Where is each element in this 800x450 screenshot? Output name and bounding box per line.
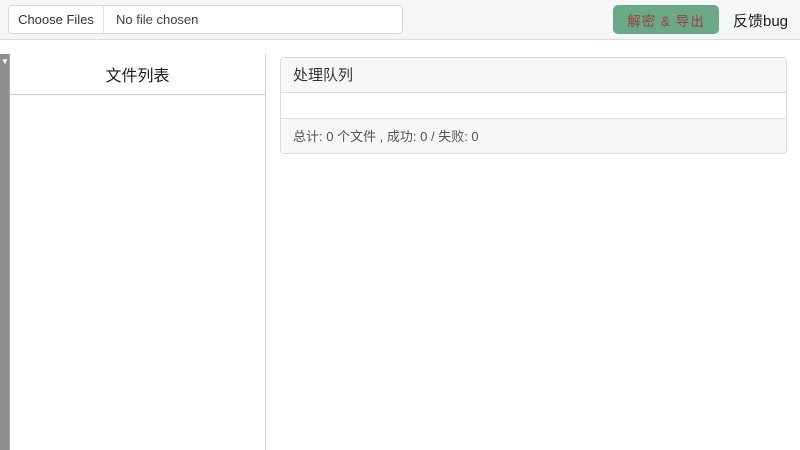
file-list-title: 文件列表 (10, 54, 265, 95)
scrollbar-down-arrow-icon[interactable]: ▼ (0, 57, 10, 67)
file-input[interactable]: Choose Files No file chosen (8, 5, 403, 34)
feedback-bug-link[interactable]: 反馈bug (733, 0, 788, 40)
queue-panel-title: 处理队列 (281, 58, 786, 93)
choose-files-button[interactable]: Choose Files (9, 6, 104, 33)
file-list-area (10, 96, 265, 450)
top-toolbar: Choose Files No file chosen 解密 & 导出 反馈bu… (0, 0, 800, 40)
decrypt-export-button[interactable]: 解密 & 导出 (613, 5, 719, 34)
app-window: Choose Files No file chosen 解密 & 导出 反馈bu… (0, 0, 800, 450)
file-list-panel: ▼ 文件列表 (0, 54, 266, 450)
file-list-scrollbar[interactable]: ▼ (0, 54, 10, 450)
queue-summary: 总计: 0 个文件 , 成功: 0 / 失败: 0 (281, 118, 786, 153)
queue-list (281, 93, 786, 118)
processing-queue-panel: 处理队列 总计: 0 个文件 , 成功: 0 / 失败: 0 (280, 57, 787, 154)
file-chosen-status: No file chosen (116, 12, 199, 27)
